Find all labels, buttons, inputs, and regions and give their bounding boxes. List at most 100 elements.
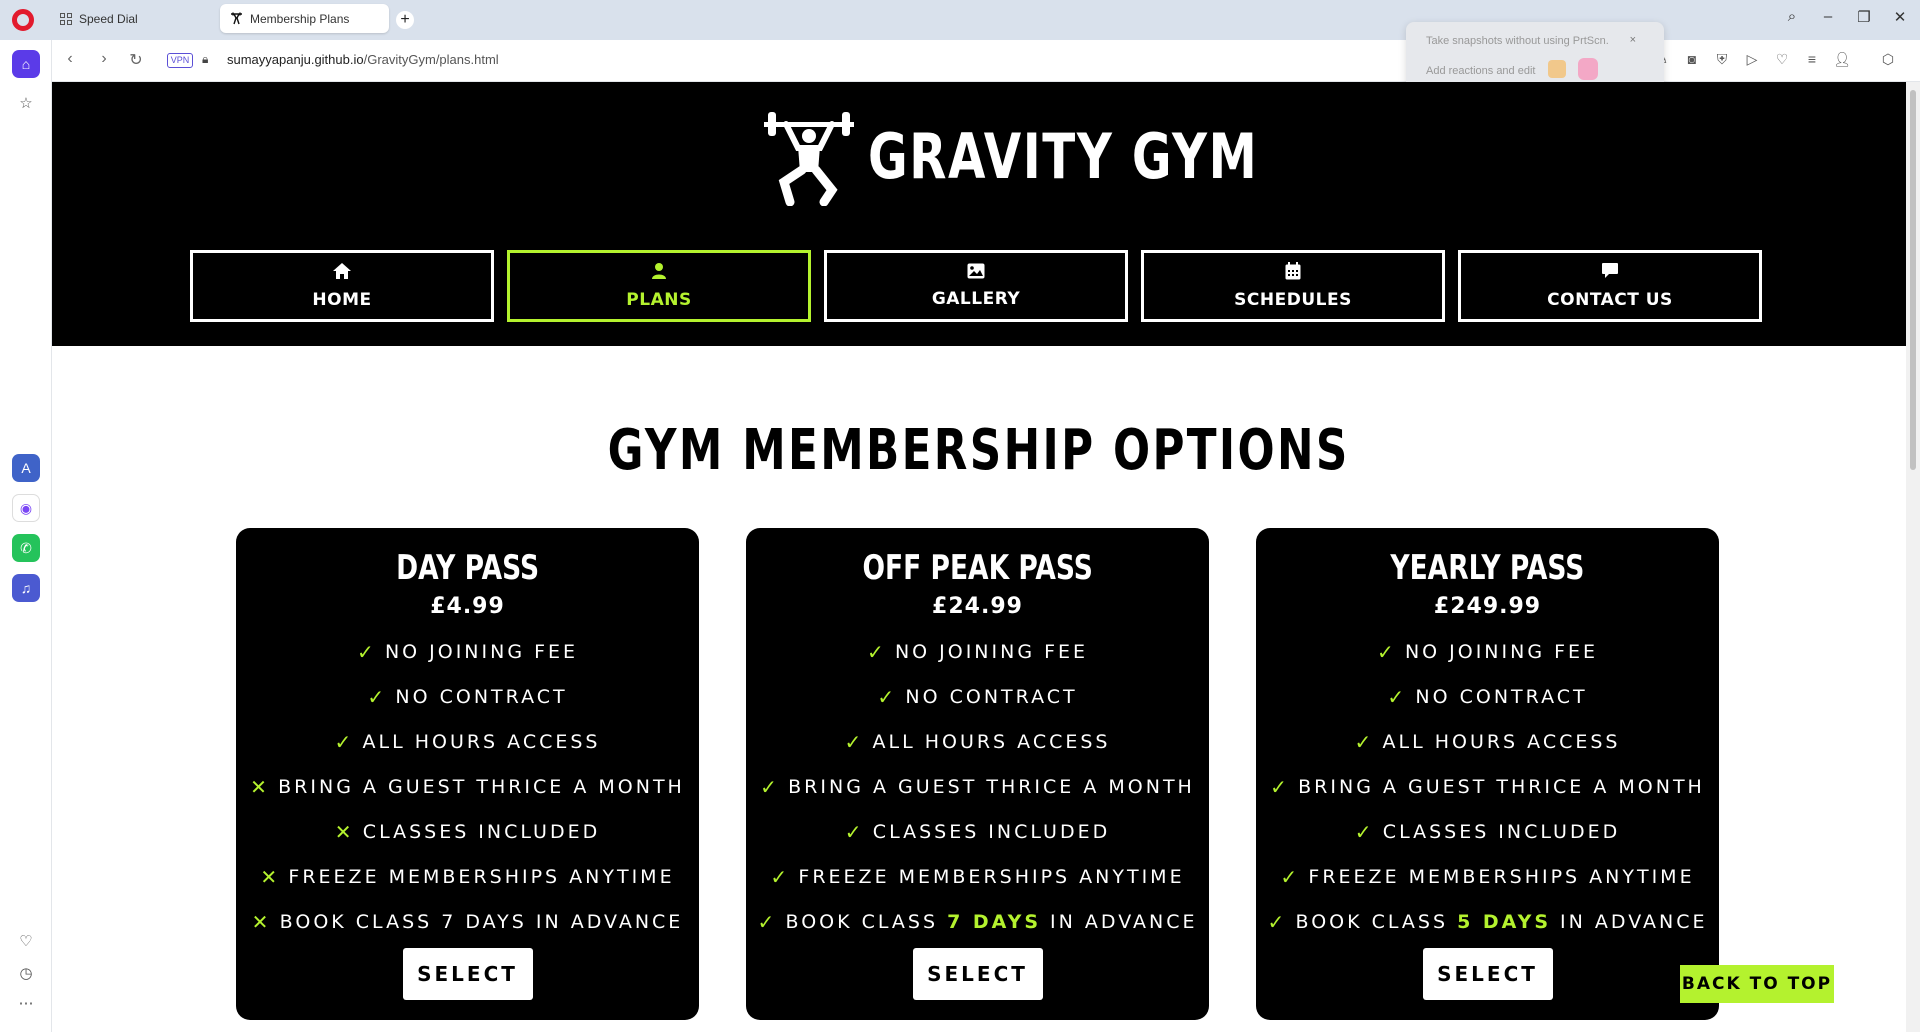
scrollbar-thumb[interactable] [1910,90,1916,470]
check-icon: ✓ [356,639,377,664]
plan-name-text: YEARLY PASS [1390,548,1585,588]
feature-item: ✓ ALL HOURS ACCESS [746,719,1209,764]
check-icon: ✓ [1354,819,1375,844]
messenger-icon[interactable]: ◉ [12,494,40,522]
feature-item: ✓ CLASSES INCLUDED [1256,809,1719,854]
search-tabs-icon[interactable]: ⌕ [1780,8,1804,25]
user-icon [650,262,668,284]
forward-icon[interactable]: › [94,50,114,68]
nav-plans[interactable]: PLANS [507,250,811,322]
feature-text: CLASSES INCLUDED [872,820,1111,843]
minimize-icon[interactable]: – [1816,8,1840,25]
feature-days: 7 DAYS [441,910,527,933]
nav-contact-us[interactable]: CONTACT US [1458,250,1762,322]
feature-text: BOOK CLASS 5 DAYS IN ADVANCE [1296,911,1708,933]
emoji-cat-icon [1548,60,1566,78]
plan-name: YEARLY PASS [1256,548,1719,590]
feature-text: FREEZE MEMBERSHIPS ANYTIME [1308,865,1695,888]
url-field[interactable]: sumayyapanju.github.io/GravityGym/plans.… [227,52,499,67]
shield-icon[interactable]: ⛨ [1712,51,1732,68]
check-icon: ✓ [367,684,388,709]
vpn-badge[interactable]: VPN [167,53,193,68]
check-icon: ✓ [1267,909,1288,934]
url-path: /GravityGym/plans.html [363,52,499,67]
feature-text: ALL HOURS ACCESS [1382,730,1621,753]
check-icon: ✓ [866,639,887,664]
calendar-icon [1285,262,1301,284]
profile-icon[interactable]: 👤︎ [1832,51,1852,68]
feature-item: ✓ BRING A GUEST THRICE A MONTH [1256,764,1719,809]
whatsapp-icon[interactable]: ✆ [12,534,40,562]
aria-icon[interactable]: A [12,454,40,482]
feature-item: ✓ CLASSES INCLUDED [746,809,1209,854]
tab-label: Membership Plans [250,11,350,26]
feature-text: BOOK CLASS 7 DAYS IN ADVANCE [786,911,1198,933]
feature-item: ✓ NO CONTRACT [746,674,1209,719]
nav-label: SCHEDULES [1234,290,1352,310]
pinboard-icon[interactable]: ☆ [15,94,37,112]
feature-text-pre: BOOK CLASS [279,910,442,933]
nav-schedules[interactable]: SCHEDULES [1141,250,1445,322]
tab-membership-plans[interactable]: Membership Plans [220,4,389,33]
favorites-icon[interactable]: ♡ [15,932,37,950]
nav-label: CONTACT US [1547,290,1673,310]
nav-home[interactable]: HOME [190,250,494,322]
check-icon: ✓ [844,819,865,844]
brand[interactable]: GRAVITY GYM [762,106,1368,206]
back-icon[interactable]: ‹ [60,50,80,68]
page-title: GYM MEMBERSHIP OPTIONS [52,418,1906,483]
site-header: GRAVITY GYM HOME PLANS GALLERY SCHEDULES… [52,82,1906,346]
cube-icon[interactable]: ⬡ [1878,51,1898,68]
feature-text: BOOK CLASS 7 DAYS IN ADVANCE [280,911,684,933]
page-viewport: GRAVITY GYM HOME PLANS GALLERY SCHEDULES… [52,82,1906,1032]
close-window-icon[interactable]: ✕ [1888,8,1912,26]
image-icon [967,263,985,283]
play-icon[interactable]: ▷ [1742,51,1762,68]
menu-icon[interactable]: ≡ [1802,51,1822,67]
select-off-peak-pass-button[interactable]: SELECT [912,948,1043,1000]
nav-label: PLANS [626,290,692,310]
cross-icon: ✕ [260,864,281,889]
select-day-pass-button[interactable]: SELECT [402,948,533,1000]
lock-icon[interactable]: 🔒︎ [202,52,208,67]
feature-text: ALL HOURS ACCESS [872,730,1111,753]
feature-item: ✕ CLASSES INCLUDED [236,809,699,854]
page-scrollbar[interactable] [1906,82,1920,1032]
home-workspace-icon[interactable]: ⌂ [12,50,40,78]
select-yearly-pass-button[interactable]: SELECT [1422,948,1553,1000]
back-to-top-button[interactable]: BACK TO TOP [1680,965,1834,1003]
heart-icon[interactable]: ♡ [1772,51,1792,68]
feature-text: NO CONTRACT [905,685,1078,708]
restore-icon[interactable]: ❐ [1852,8,1876,26]
feature-text: FREEZE MEMBERSHIPS ANYTIME [288,865,675,888]
feature-days-highlight: 5 DAYS [1457,910,1552,933]
opera-logo-icon[interactable] [12,9,34,31]
snapshot-tip-line1: Take snapshots without using PrtScn. [1426,35,1609,47]
nav-label: GALLERY [931,289,1021,309]
tab-speed-dial[interactable]: Speed Dial [50,4,216,33]
brand-name: GRAVITY GYM [868,119,1259,193]
feature-text: CLASSES INCLUDED [1382,820,1621,843]
feature-text: CLASSES INCLUDED [362,820,601,843]
feature-text-post: IN ADVANCE [1041,910,1198,933]
new-tab-button[interactable]: + [396,11,414,29]
music-player-icon[interactable]: ♫ [12,574,40,602]
check-icon: ✓ [1376,639,1397,664]
plan-name: DAY PASS [236,548,699,590]
more-icon[interactable]: ⋯ [15,994,37,1012]
reload-icon[interactable]: ↻ [126,50,146,70]
check-icon: ✓ [877,684,898,709]
feature-item: ✕ BOOK CLASS 7 DAYS IN ADVANCE [236,899,699,944]
nav-gallery[interactable]: GALLERY [824,250,1128,322]
plan-card-day-pass: DAY PASS £4.99 ✓ NO JOINING FEE ✓ NO CONTR… [236,528,699,1020]
feature-text: NO CONTRACT [395,685,568,708]
check-icon: ✓ [1270,774,1290,799]
check-icon: ✓ [760,774,780,799]
plans-section: DAY PASS £4.99 ✓ NO JOINING FEE ✓ NO CONTR… [236,528,1719,1020]
feature-text: BRING A GUEST THRICE A MONTH [788,775,1195,798]
history-icon[interactable]: ◷ [15,964,37,982]
camera-icon[interactable]: ◙ [1682,51,1702,67]
plan-card-yearly-pass: YEARLY PASS £249.99 ✓ NO JOINING FEE ✓ NO … [1256,528,1719,1020]
close-popup-button[interactable]: × [1630,34,1636,46]
feature-text: NO CONTRACT [1415,685,1588,708]
